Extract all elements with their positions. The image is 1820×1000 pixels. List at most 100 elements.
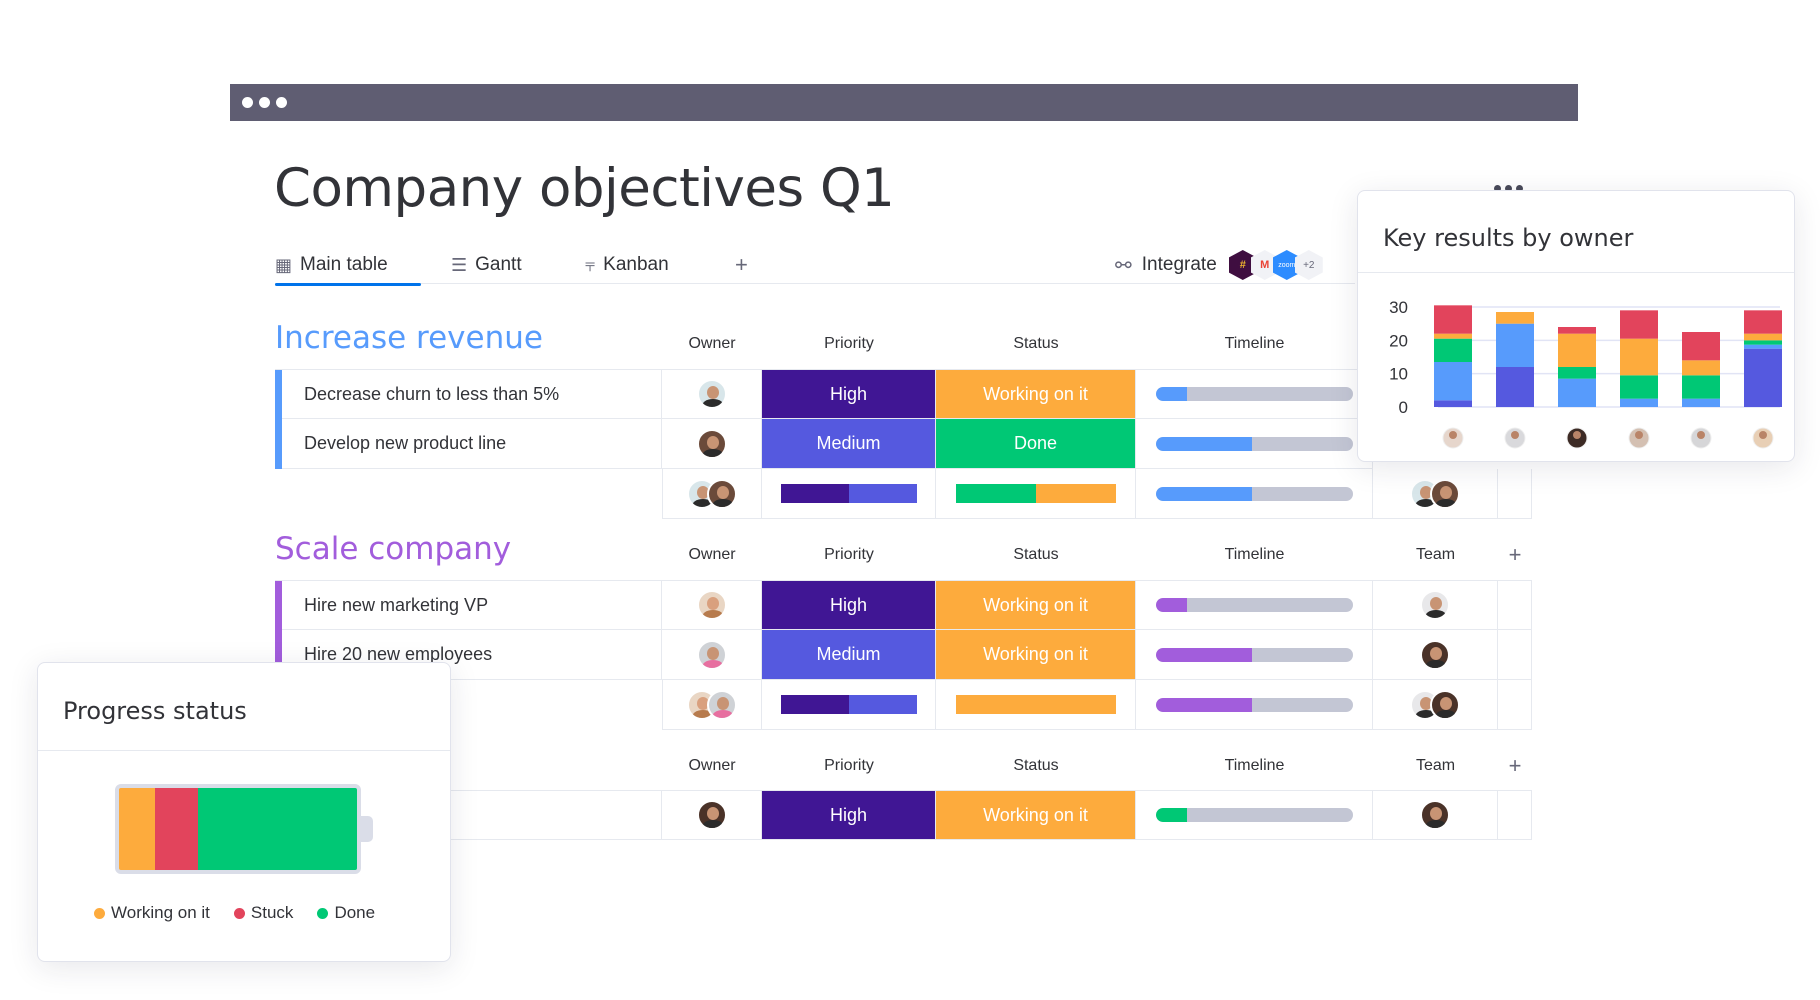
tab-gantt[interactable]: ☰ Gantt [451,246,522,284]
owner-cell[interactable] [662,580,762,630]
item-name[interactable]: Develop new product line [275,419,662,469]
status-cell[interactable]: Working on it [936,580,1136,630]
status-cell[interactable]: Working on it [936,369,1136,419]
bar-segment-working-on-it [1682,360,1720,376]
avatar [1420,590,1450,620]
table-row[interactable]: Hire 20 new employees Medium Working on … [275,630,1532,680]
column-header-status[interactable]: Status [936,757,1136,775]
column-header-priority[interactable]: Priority [762,335,936,353]
add-column-cell [1498,469,1532,519]
column-header-priority[interactable]: Priority [762,546,936,564]
window-dot-icon[interactable] [242,97,253,108]
avatar [707,689,737,720]
status-summary [936,680,1136,730]
item-name[interactable]: Hire new marketing VP [275,580,662,630]
owner-avatar-face [1511,431,1519,439]
bar-segment-working-on-it [1558,333,1596,367]
timeline-bar [1155,436,1353,451]
column-header-team[interactable]: Team [1373,757,1498,775]
group-title-scale-company[interactable]: Scale company [275,531,511,567]
bar-segment-done [1620,375,1658,399]
team-cell[interactable] [1373,580,1498,630]
table-row[interactable]: …d 24/7 support High Working on it [275,790,1532,840]
avatar [1430,689,1460,720]
tab-main-table[interactable]: ▦ Main table [275,246,421,286]
window-dot-icon[interactable] [259,97,270,108]
status-cell[interactable]: Working on it [936,630,1136,680]
timeline-fill [1155,598,1188,612]
column-header-timeline[interactable]: Timeline [1136,757,1373,775]
owner-cell[interactable] [662,419,762,469]
team-cell[interactable] [1373,630,1498,680]
bar-segment-stuck [1744,310,1782,334]
priority-cell[interactable]: Medium [762,419,936,469]
column-header-status[interactable]: Status [936,546,1136,564]
legend-dot-icon [317,907,329,919]
status-cell[interactable]: Working on it [936,790,1136,840]
widget-title: Progress status [63,697,247,725]
table-row[interactable]: Hire new marketing VP High Working on it [275,580,1532,630]
timeline-fill [1155,697,1253,712]
priority-summary [762,680,936,730]
tab-label: Main table [300,254,388,275]
timeline-cell[interactable] [1136,419,1373,469]
timeline-fill [1155,647,1253,662]
group-color-accent [275,581,282,630]
timeline-cell[interactable] [1136,630,1373,680]
column-header-status[interactable]: Status [936,335,1136,353]
owner-cell[interactable] [662,369,762,419]
team-summary [1373,469,1498,519]
column-header-owner[interactable]: Owner [662,335,762,353]
priority-medium-segment [848,484,917,503]
summary-spacer [275,469,662,519]
priority-high-segment [780,695,849,714]
column-header-team[interactable]: Team [1373,546,1498,564]
timeline-cell[interactable] [1136,580,1373,630]
status-done-segment [955,484,1036,503]
window-controls[interactable] [242,97,287,108]
priority-cell[interactable]: Medium [762,630,936,680]
add-view-button[interactable]: + [735,246,748,284]
group-title-increase-revenue[interactable]: Increase revenue [275,320,543,356]
owner-summary [662,680,762,730]
tab-kanban[interactable]: ⫧ Kanban [585,246,669,284]
kanban-icon: ⫧ [585,254,596,275]
column-header-timeline[interactable]: Timeline [1136,546,1373,564]
y-tick-label: 10 [1389,365,1408,384]
column-header-timeline[interactable]: Timeline [1136,335,1373,353]
column-header-priority[interactable]: Priority [762,757,936,775]
owner-avatar-face [1635,431,1643,439]
integrate-button[interactable]: ⚯ Integrate # M zoom +2 [1115,246,1323,284]
priority-high-segment [780,484,849,503]
status-working-segment [1035,484,1116,503]
window-dot-icon[interactable] [276,97,287,108]
table-row[interactable]: Develop new product line Medium Done [275,419,1373,469]
battery-segment-done [197,788,357,870]
timeline-fill [1155,387,1188,401]
column-header-owner[interactable]: Owner [662,546,762,564]
legend-item: Done [317,903,375,923]
column-header-owner[interactable]: Owner [662,757,762,775]
progress-legend: Working on it Stuck Done [94,903,375,923]
status-working-segment [955,695,1116,714]
priority-cell[interactable]: High [762,580,936,630]
timeline-cell[interactable] [1136,790,1373,840]
add-column-button[interactable]: + [1498,753,1532,779]
bar-segment-medium [1744,348,1782,407]
table-row[interactable]: Decrease churn to less than 5% High Work… [275,369,1373,419]
item-name-text: Develop new product line [304,433,507,453]
avatar [696,800,727,830]
team-cell[interactable] [1373,790,1498,840]
priority-medium-segment [848,695,917,714]
legend-item: Stuck [233,903,293,923]
owner-avatar-face [1759,431,1767,439]
item-name[interactable]: Decrease churn to less than 5% [275,369,662,419]
owner-cell[interactable] [662,630,762,680]
timeline-cell[interactable] [1136,369,1373,419]
priority-cell[interactable]: High [762,790,936,840]
add-column-button[interactable]: + [1498,542,1532,568]
status-cell[interactable]: Done [936,419,1136,469]
priority-cell[interactable]: High [762,369,936,419]
page-title: Company objectives Q1 [274,158,895,219]
owner-cell[interactable] [662,790,762,840]
